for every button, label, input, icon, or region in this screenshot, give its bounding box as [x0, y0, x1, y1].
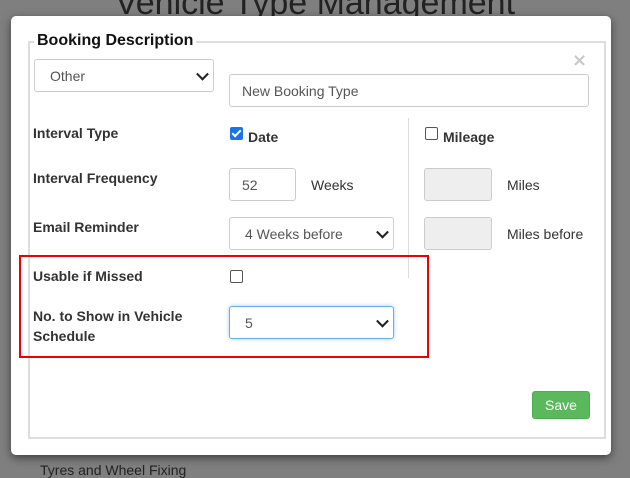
highlight-box	[19, 255, 429, 358]
interval-frequency-label: Interval Frequency	[33, 170, 158, 186]
column-divider	[408, 118, 409, 278]
close-icon[interactable]: ×	[572, 50, 587, 71]
booking-type-select-value: Other	[50, 67, 86, 84]
interval-type-label: Interval Type	[33, 125, 119, 141]
frequency-value: 52	[242, 176, 258, 193]
frequency-unit: Weeks	[311, 177, 354, 193]
chevron-down-icon	[376, 225, 389, 239]
booking-name-input[interactable]: New Booking Type	[229, 74, 589, 107]
chevron-down-icon	[196, 67, 209, 81]
miles-unit: Miles	[507, 177, 540, 193]
save-button[interactable]: Save	[532, 391, 590, 419]
mileage-label: Mileage	[443, 129, 495, 145]
miles-input[interactable]	[424, 168, 492, 201]
background-list-item: Tyres and Wheel Fixing	[40, 462, 187, 478]
miles-before-input[interactable]	[424, 217, 492, 250]
miles-before-unit: Miles before	[507, 226, 584, 242]
date-label: Date	[248, 129, 279, 145]
booking-name-placeholder: New Booking Type	[242, 82, 359, 99]
booking-type-select[interactable]: Other	[34, 59, 214, 92]
email-reminder-value: 4 Weeks before	[245, 225, 343, 242]
email-reminder-select[interactable]: 4 Weeks before	[229, 217, 394, 250]
booking-description-legend: Booking Description	[34, 32, 197, 50]
mileage-checkbox[interactable]	[425, 127, 438, 140]
email-reminder-label: Email Reminder	[33, 219, 139, 235]
booking-modal: Booking Description × Other New Booking …	[11, 16, 611, 455]
date-checkbox[interactable]	[230, 127, 243, 140]
frequency-input[interactable]: 52	[229, 168, 296, 201]
